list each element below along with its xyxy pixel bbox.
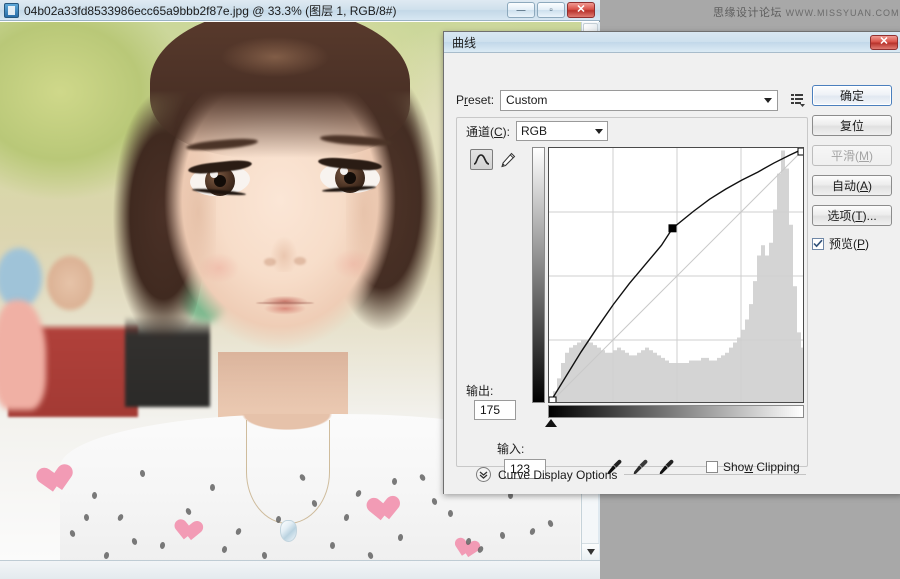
shirt-heart-print xyxy=(178,520,203,543)
black-point-slider[interactable] xyxy=(545,419,557,427)
neck-shadow xyxy=(218,352,348,412)
curve-display-options-row[interactable]: Curve Display Options xyxy=(476,467,806,482)
channel-dropdown[interactable]: RGB xyxy=(516,121,608,141)
smooth-button-label-pre: 平滑( xyxy=(831,147,859,164)
preview-label-pre: 预览( xyxy=(829,237,857,251)
mouth-line xyxy=(256,302,314,304)
maximize-button[interactable]: ▫ xyxy=(537,2,565,18)
channel-label-post: ): xyxy=(503,125,510,139)
necklace-chain xyxy=(246,420,330,524)
smooth-button-accel: M xyxy=(859,149,869,163)
preview-checkbox[interactable] xyxy=(812,238,824,250)
curve-tools xyxy=(470,149,519,170)
close-button[interactable]: ✕ xyxy=(567,2,595,18)
nostril-right xyxy=(294,257,306,265)
watermark-en: WWW.MISSYUAN.COM xyxy=(786,8,900,18)
preview-label-accel: P xyxy=(857,237,865,251)
nostril-left xyxy=(264,258,276,266)
preset-menu-icon xyxy=(791,93,805,107)
cheek-left xyxy=(192,248,246,288)
minimize-button[interactable]: — xyxy=(507,2,535,18)
channel-value: RGB xyxy=(521,124,547,138)
output-gradient-bar xyxy=(532,147,545,403)
scroll-down-button[interactable] xyxy=(582,543,599,560)
channel-row: 通道(C): RGB xyxy=(466,121,608,141)
preset-label: Preset: xyxy=(456,93,494,107)
curve-tool-icon xyxy=(473,153,490,166)
curve-plot[interactable] xyxy=(549,148,804,403)
document-titlebar[interactable]: 04b02a33fd8533986ecc65a9bbb2f87e.jpg @ 3… xyxy=(0,0,600,21)
close-icon: ✕ xyxy=(879,37,888,48)
reset-button-label: 复位 xyxy=(840,117,864,134)
shirt-dot xyxy=(210,484,215,491)
options-button-label-pre: 选项( xyxy=(827,207,855,224)
channel-label: 通道(C): xyxy=(466,123,510,140)
chevron-down-icon xyxy=(587,549,595,555)
options-button-accel: T xyxy=(855,209,862,223)
input-gradient-bar xyxy=(548,405,804,418)
photoshop-document-icon xyxy=(4,3,19,18)
curve-tool-button[interactable] xyxy=(470,149,493,170)
auto-button-accel: A xyxy=(860,179,868,193)
hair-highlight xyxy=(200,28,350,86)
preview-label-post: ) xyxy=(865,237,869,251)
document-title: 04b02a33fd8533986ecc65a9bbb2f87e.jpg @ 3… xyxy=(24,2,396,19)
cheek-right xyxy=(326,244,380,284)
lower-lip xyxy=(258,303,312,317)
options-button-label-post: )... xyxy=(863,209,877,223)
preview-label: 预览(P) xyxy=(829,235,869,252)
watermark: 思缘设计论坛 WWW.MISSYUAN.COM xyxy=(713,4,900,20)
ok-button[interactable]: 确定 xyxy=(812,85,892,106)
shirt-dot xyxy=(448,510,453,517)
shirt-heart-print xyxy=(372,496,402,523)
preview-row[interactable]: 预览(P) xyxy=(812,235,892,252)
auto-button[interactable]: 自动(A) xyxy=(812,175,892,196)
preset-value: Custom xyxy=(506,93,547,107)
smooth-button: 平滑(M) xyxy=(812,145,892,166)
necklace-pendant xyxy=(280,520,297,542)
auto-button-label-pre: 自动( xyxy=(832,177,860,194)
shirt-heart-print xyxy=(42,464,76,495)
channel-label-pre: 通道( xyxy=(466,125,494,139)
close-icon: ✕ xyxy=(576,5,585,16)
curve-display-options-label: Curve Display Options xyxy=(498,468,617,482)
chevron-double-down-icon xyxy=(479,471,488,479)
auto-button-label-post: ) xyxy=(868,179,872,193)
preset-label-pre: P xyxy=(456,93,464,107)
input-label: 输入: xyxy=(497,440,524,457)
channel-label-accel: C xyxy=(494,125,503,139)
screen: 思缘设计论坛 WWW.MISSYUAN.COM 04b02a33fd853398… xyxy=(0,0,900,579)
output-label: 输出: xyxy=(466,382,493,399)
dialog-button-column: 确定 复位 平滑(M) 自动(A) 选项(T)... 预览(P) xyxy=(812,85,892,252)
dialog-close-button[interactable]: ✕ xyxy=(870,35,898,50)
curves-dialog: 曲线 ✕ Preset: Custom xyxy=(443,31,900,494)
reset-button[interactable]: 复位 xyxy=(812,115,892,136)
expand-toggle-button[interactable] xyxy=(476,467,491,482)
preset-menu-button[interactable] xyxy=(788,90,808,110)
preset-row: Preset: Custom xyxy=(456,89,806,111)
preset-label-post: eset: xyxy=(468,93,494,107)
pencil-tool-button[interactable] xyxy=(497,149,519,170)
checkmark-icon xyxy=(813,239,823,248)
curve-graph[interactable] xyxy=(548,147,804,403)
options-button[interactable]: 选项(T)... xyxy=(812,205,892,226)
dialog-title: 曲线 xyxy=(452,34,476,51)
preset-dropdown[interactable]: Custom xyxy=(500,90,778,111)
ok-button-label: 确定 xyxy=(840,87,864,104)
chevron-down-icon xyxy=(595,129,603,134)
dialog-titlebar[interactable]: 曲线 ✕ xyxy=(444,32,900,53)
shirt-dot xyxy=(330,542,335,549)
document-statusbar xyxy=(0,560,600,579)
window-controls: — ▫ ✕ xyxy=(507,2,597,18)
divider xyxy=(624,474,806,475)
pencil-tool-icon xyxy=(500,152,516,168)
output-value: 175 xyxy=(480,403,500,417)
maximize-icon: ▫ xyxy=(549,6,552,15)
dialog-body: Preset: Custom xyxy=(444,53,900,494)
minimize-icon: — xyxy=(517,6,526,15)
chevron-down-icon xyxy=(764,98,772,103)
output-value-field[interactable]: 175 xyxy=(474,400,516,420)
watermark-cn: 思缘设计论坛 xyxy=(713,7,782,19)
smooth-button-label-post: ) xyxy=(869,149,873,163)
